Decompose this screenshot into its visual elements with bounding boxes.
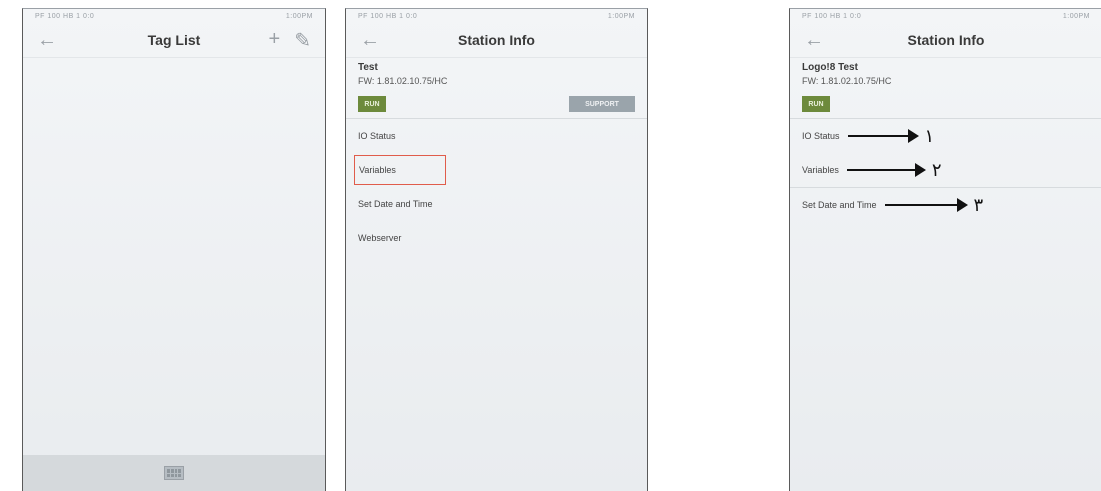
status-right: 1:00PM [607, 12, 635, 20]
status-right: 1:00PM [1062, 12, 1090, 20]
station-info: Logo!8 Test FW: 1.81.02.10.75/HC RUN [790, 58, 1101, 112]
back-arrow-icon[interactable]: ← [804, 29, 824, 52]
back-arrow-icon[interactable]: ← [37, 29, 57, 52]
run-button[interactable]: RUN [802, 96, 830, 112]
annotation-number: ١ [924, 125, 935, 147]
status-left: PF 100 HB 1 0:0 [358, 12, 418, 20]
app-header: ← Station Info [346, 23, 647, 58]
plus-icon[interactable]: + [269, 28, 281, 53]
annotation-number: ٢ [931, 159, 942, 181]
page-title: Station Info [458, 32, 535, 48]
annotation-arrow [847, 135, 910, 137]
menu-item-label: Set Date and Time [358, 199, 433, 209]
button-row: RUN [802, 96, 1090, 112]
station-info: Test FW: 1.81.02.10.75/HC RUN SUPPORT [346, 58, 647, 112]
menu-item-variables[interactable]: Variables ٢ [790, 153, 1101, 187]
menu-item-label: Variables [802, 165, 839, 175]
back-arrow-icon[interactable]: ← [360, 29, 380, 52]
status-bar: PF 100 HB 1 0:0 1:00PM [790, 9, 1101, 23]
menu-item-set-date-time[interactable]: Set Date and Time ٣ [790, 188, 1101, 222]
pencil-icon[interactable]: ✎ [294, 28, 311, 53]
arrow-head-icon [956, 198, 968, 212]
app-header: ← Station Info [790, 23, 1101, 58]
support-button[interactable]: SUPPORT [569, 96, 635, 112]
menu-item-io-status[interactable]: IO Status ١ [790, 119, 1101, 153]
run-button[interactable]: RUN [358, 96, 386, 112]
menu-item-webserver[interactable]: Webserver [346, 221, 647, 255]
keyboard-icon[interactable] [164, 466, 184, 480]
tag-list-screen: PF 100 HB 1 0:0 1:00PM ← Tag List + ✎ [22, 8, 326, 491]
status-left: PF 100 HB 1 0:0 [802, 12, 862, 20]
bottom-bar [23, 455, 325, 491]
page-title: Station Info [907, 32, 985, 48]
status-left: PF 100 HB 1 0:0 [35, 12, 95, 20]
annotation-arrow [846, 169, 917, 171]
menu-item-label: Set Date and Time [802, 200, 877, 210]
station-name: Test [358, 62, 378, 73]
firmware-version: FW: 1.81.02.10.75/HC [802, 76, 892, 86]
station-info-screen: PF 100 HB 1 0:0 1:00PM ← Station Info Te… [345, 8, 648, 491]
highlight-box: Variables [354, 155, 446, 185]
annotation-arrow [884, 204, 959, 206]
menu-item-variables[interactable]: Variables [346, 153, 647, 187]
station-name: Logo!8 Test [802, 62, 858, 73]
firmware-version: FW: 1.81.02.10.75/HC [358, 76, 448, 86]
menu-item-label: IO Status [358, 131, 396, 141]
station-info-annotated-screen: PF 100 HB 1 0:0 1:00PM ← Station Info Lo… [789, 8, 1101, 491]
menu-item-io-status[interactable]: IO Status [346, 119, 647, 153]
menu-item-set-date-time[interactable]: Set Date and Time [346, 187, 647, 221]
menu-item-label: Webserver [358, 233, 402, 243]
annotation-number: ٣ [973, 194, 984, 216]
header-actions: + ✎ [269, 28, 311, 53]
status-bar: PF 100 HB 1 0:0 1:00PM [23, 9, 325, 23]
menu-item-label: Variables [359, 165, 396, 175]
button-row: RUN SUPPORT [358, 96, 635, 112]
arrow-head-icon [914, 163, 926, 177]
menu-item-label: IO Status [802, 131, 840, 141]
status-right: 1:00PM [285, 12, 313, 20]
app-header: ← Tag List + ✎ [23, 23, 325, 58]
arrow-head-icon [907, 129, 919, 143]
status-bar: PF 100 HB 1 0:0 1:00PM [346, 9, 647, 23]
